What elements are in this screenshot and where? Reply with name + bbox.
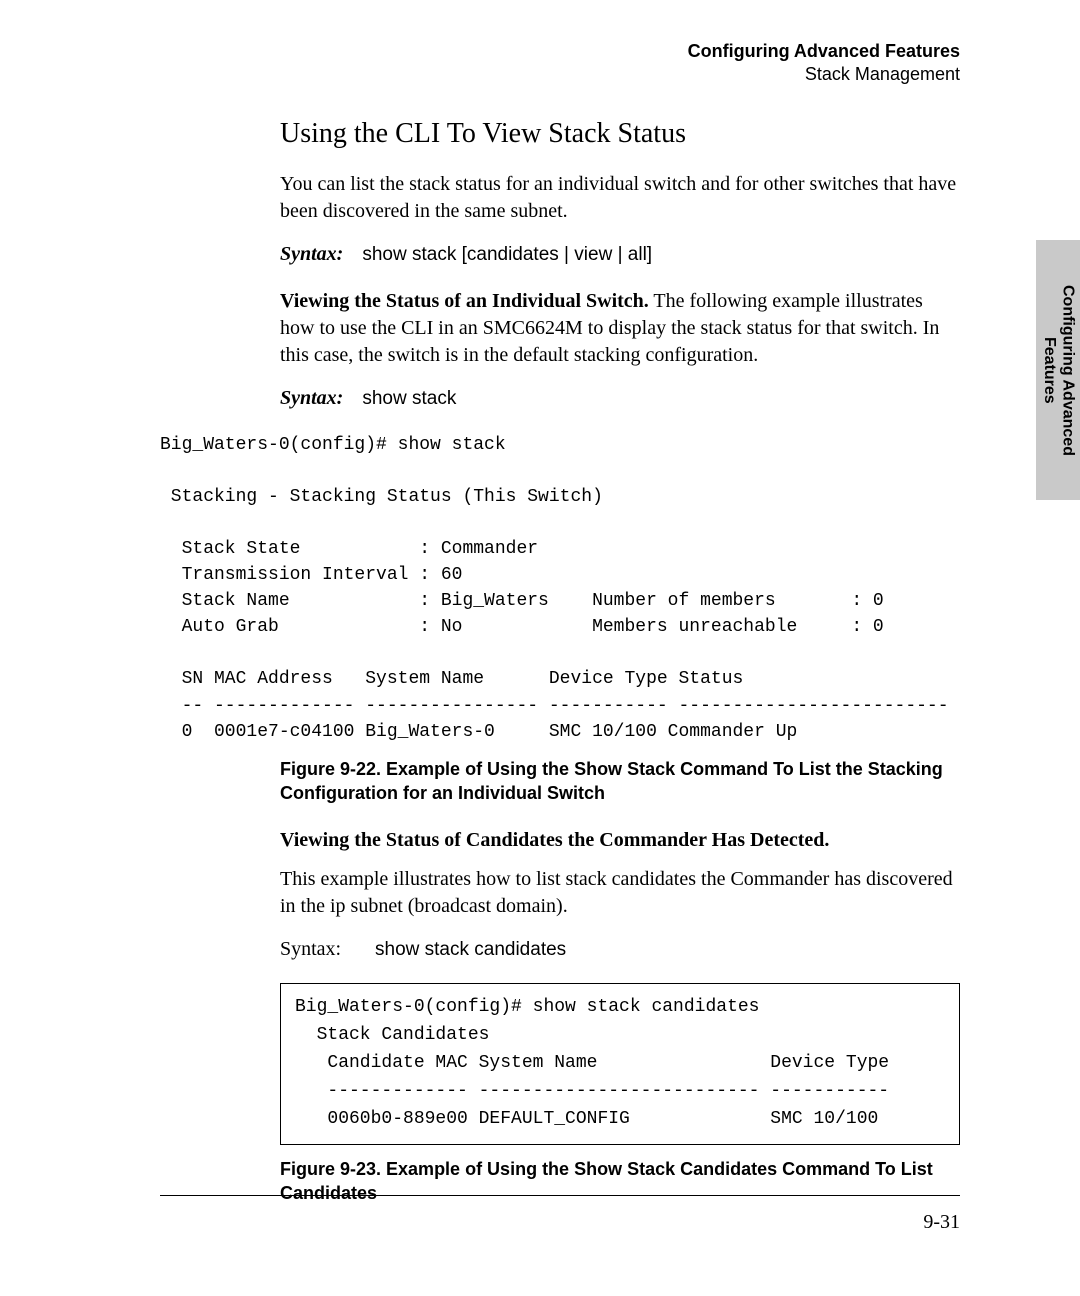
- syntax-line-3: Syntax: show stack candidates: [280, 936, 960, 963]
- header-subtitle: Stack Management: [805, 64, 960, 84]
- header-title: Configuring Advanced Features: [688, 41, 960, 61]
- syntax-label-2: Syntax:: [280, 387, 343, 409]
- syntax-text: show stack [candidates | view | all]: [362, 244, 652, 265]
- syntax-line-1: Syntax: show stack [candidates | view | …: [280, 241, 960, 268]
- section-title: Using the CLI To View Stack Status: [280, 115, 960, 153]
- page: Configuring Advanced Features Stack Mana…: [0, 0, 1080, 1296]
- subsection-2-body: This example illustrates how to list sta…: [280, 866, 960, 920]
- figure-caption-1: Figure 9-22. Example of Using the Show S…: [280, 757, 960, 806]
- cli-output-1: Big_Waters-0(config)# show stack Stackin…: [160, 432, 960, 745]
- syntax-line-2: Syntax: show stack: [280, 385, 960, 412]
- figure-caption-2: Figure 9-23. Example of Using the Show S…: [280, 1157, 960, 1206]
- syntax-text-3: show stack candidates: [375, 939, 566, 960]
- cli-output-2: Big_Waters-0(config)# show stack candida…: [280, 983, 960, 1144]
- syntax-text-2: show stack: [362, 388, 456, 409]
- subsection-2-head: Viewing the Status of Candidates the Com…: [280, 827, 960, 854]
- footer-rule: [160, 1195, 960, 1196]
- subsection-1-lead: Viewing the Status of an Individual Swit…: [280, 290, 649, 312]
- page-header: Configuring Advanced Features Stack Mana…: [160, 40, 960, 87]
- content-column: Using the CLI To View Stack Status You c…: [280, 115, 960, 1206]
- syntax-label-3: Syntax:: [280, 936, 370, 963]
- subsection-1: Viewing the Status of an Individual Swit…: [280, 288, 960, 369]
- syntax-label: Syntax:: [280, 243, 343, 265]
- side-tab: Configuring Advanced Features: [1036, 240, 1080, 500]
- side-tab-label: Configuring Advanced Features: [1040, 285, 1077, 456]
- page-number: 9-31: [923, 1209, 960, 1236]
- intro-paragraph: You can list the stack status for an ind…: [280, 171, 960, 225]
